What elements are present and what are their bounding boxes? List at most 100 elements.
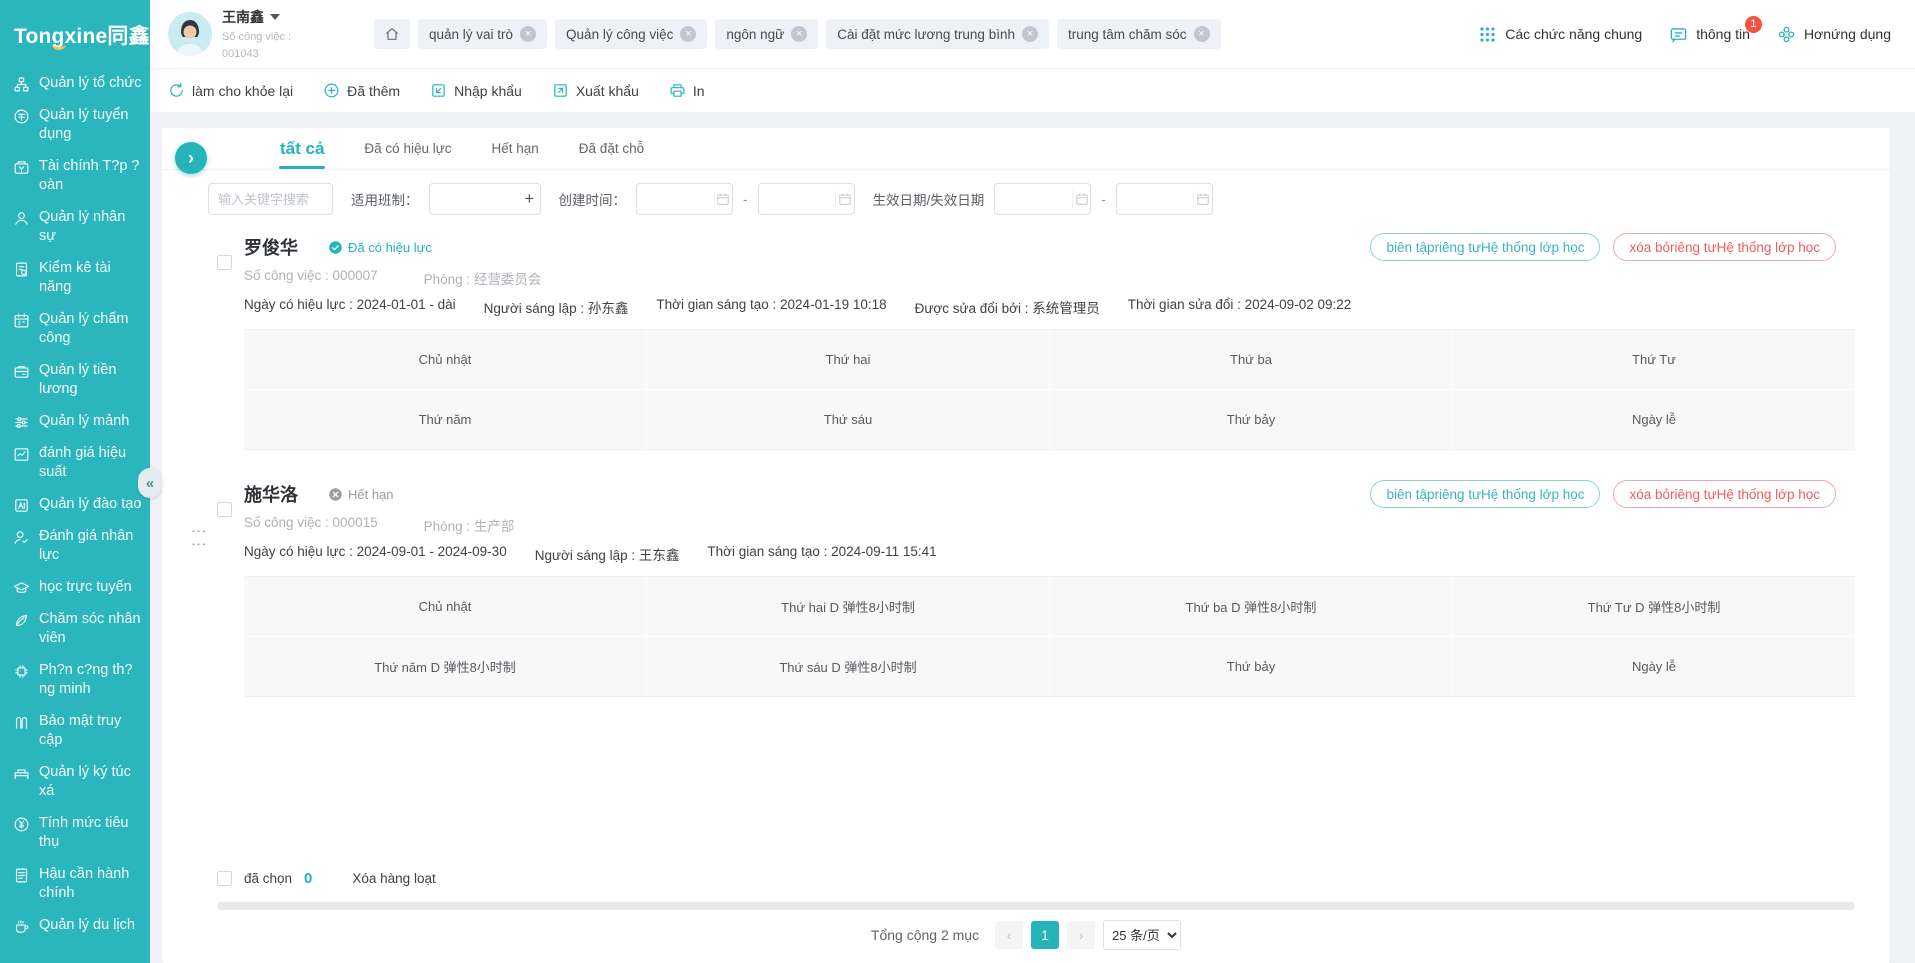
close-icon[interactable]: × (1194, 26, 1210, 42)
add-button[interactable]: Đã thêm (323, 82, 400, 99)
sidebar-item-admin-logistics[interactable]: Hậu cần hành chính (13, 865, 142, 903)
created-end-input[interactable] (759, 184, 836, 214)
record-valid-range: Ngày có hiệu lực : 2024-09-01 - 2024-09-… (244, 544, 507, 564)
add-label: Đã thêm (347, 83, 400, 99)
sidebar-item-performance[interactable]: đánh giá hiệu suất (13, 444, 142, 482)
schedule-cell: Thứ Tư D 弹性8小时制 (1453, 577, 1855, 636)
sidebar-collapse-handle[interactable]: « (138, 468, 162, 498)
tab-job-management[interactable]: Quản lý công việc × (555, 19, 707, 49)
delete-button[interactable]: xóa bỏriêng tưHệ thống lớp học (1613, 480, 1836, 508)
sidebar-item-access-security[interactable]: Bảo mật truy cập (13, 712, 142, 750)
sidebar-item-attendance[interactable]: Quản lý chấm công (13, 310, 142, 348)
valid-end-input[interactable] (1117, 184, 1194, 214)
tab-label: Quản lý công việc (566, 27, 673, 42)
sidebar-item-consumption[interactable]: Tính mức tiêu thụ (13, 814, 142, 852)
horizontal-scrollbar[interactable] (217, 902, 1855, 910)
common-functions-button[interactable]: Các chức năng chung (1478, 25, 1642, 44)
sidebar-item-travel[interactable]: Quản lý du lịch (13, 916, 142, 935)
sidebar-item-label: học trực tuyến (39, 578, 132, 597)
record-checkbox[interactable] (217, 255, 232, 270)
sidebar-item-label: Quản lý đào tạo (39, 495, 141, 514)
shift-select[interactable]: + (429, 183, 541, 215)
page-size-select[interactable]: 25 条/页 (1103, 920, 1181, 950)
page-1-button[interactable]: 1 (1031, 921, 1059, 949)
keyword-input-wrap (208, 183, 333, 215)
close-icon[interactable]: × (520, 26, 536, 42)
delete-button[interactable]: xóa bỏriêng tưHệ thống lớp học (1613, 233, 1836, 261)
drag-handle-icon[interactable]: ⋮⋮ (194, 524, 203, 550)
print-icon (669, 82, 686, 99)
created-date-start[interactable] (636, 183, 733, 215)
expand-panel-button[interactable]: › (175, 142, 207, 174)
next-page-button[interactable]: › (1067, 921, 1095, 949)
avatar[interactable] (168, 12, 212, 56)
edit-button[interactable]: biên tậpriêng tưHệ thống lớp học (1370, 480, 1600, 508)
plus-icon[interactable]: + (519, 189, 539, 209)
close-icon[interactable]: × (791, 26, 807, 42)
tab-expired[interactable]: Hết hạn (492, 141, 539, 169)
record-meta: Ngày có hiệu lực : 2024-01-01 - dài Ngườ… (244, 297, 1890, 317)
valid-filter-label: 生效日期/失效日期 (873, 189, 985, 209)
tab-care-center[interactable]: trung tâm chăm sóc × (1057, 19, 1221, 49)
record-actions: biên tậpriêng tưHệ thống lớp học xóa bỏr… (1370, 233, 1836, 261)
status-badge: Đã có hiệu lực (328, 240, 432, 255)
record-checkbox[interactable] (217, 502, 232, 517)
sidebar-item-employee-care[interactable]: Chăm sóc nhân viên (13, 610, 142, 648)
created-date-end[interactable] (758, 183, 855, 215)
schedule-table: Chủ nhật Thứ hai D 弹性8小时制 Thứ ba D 弹性8小时… (244, 576, 1855, 697)
valid-date-start[interactable] (994, 183, 1091, 215)
select-all-checkbox[interactable] (217, 871, 232, 886)
print-button[interactable]: In (669, 82, 705, 99)
tab-average-salary-settings[interactable]: Cài đặt mức lương trung bình × (826, 19, 1049, 49)
schedule-cell: Thứ bảy (1050, 390, 1452, 449)
edit-button[interactable]: biên tậpriêng tưHệ thống lớp học (1370, 233, 1600, 261)
recruitment-icon (13, 108, 30, 125)
import-button[interactable]: Nhập khẩu (430, 82, 522, 99)
x-circle-icon (328, 487, 343, 502)
batch-delete-button[interactable]: Xóa hàng loạt (352, 871, 435, 886)
user-menu[interactable]: 王南鑫 (222, 7, 326, 27)
toolbar: làm cho khỏe lại Đã thêm Nhập khẩu Xuất … (150, 68, 1915, 112)
shift-input[interactable] (430, 184, 520, 214)
refresh-button[interactable]: làm cho khỏe lại (168, 82, 293, 99)
sidebar-item-talent-inventory[interactable]: Kiểm kê tài năng (13, 259, 142, 297)
tab-reserved[interactable]: Đã đặt chỗ (579, 141, 644, 169)
created-start-input[interactable] (637, 184, 714, 214)
close-icon[interactable]: × (1022, 26, 1038, 42)
sidebar-item-dormitory[interactable]: Quản lý ký túc xá (13, 763, 142, 801)
tab-valid[interactable]: Đã có hiệu lực (364, 141, 451, 169)
import-icon (430, 82, 447, 99)
leaf-icon (13, 612, 30, 629)
export-button[interactable]: Xuất khẩu (552, 82, 639, 99)
record-creator: Người sáng lập : 孙东鑫 (484, 297, 629, 317)
sidebar-item-elearning[interactable]: học trực tuyến (13, 578, 142, 597)
sidebar-item-label: Bảo mật truy cập (39, 712, 142, 750)
close-icon[interactable]: × (680, 26, 696, 42)
valid-start-input[interactable] (995, 184, 1072, 214)
tab-language[interactable]: ngôn ngữ × (715, 19, 818, 49)
grid-dots-icon (1478, 25, 1497, 44)
wallet-icon (13, 363, 30, 380)
tab-role-management[interactable]: quản lý vai trò × (418, 19, 547, 49)
prev-page-button[interactable]: ‹ (995, 921, 1023, 949)
record-created-time: Thời gian sáng tạo : 2024-01-19 10:18 (656, 297, 886, 317)
sidebar-item-talent-review[interactable]: Đánh giá nhân lực (13, 527, 142, 565)
tab-home[interactable] (374, 19, 410, 49)
messages-button[interactable]: thông tin 1 (1669, 25, 1750, 44)
sidebar-item-training[interactable]: Quản lý đào tạo (13, 495, 142, 514)
sidebar-item-modules[interactable]: Quản lý mảnh (13, 412, 142, 431)
sidebar-item-recruitment[interactable]: Quản lý tuyển dụng (13, 106, 142, 144)
sidebar-item-hr[interactable]: Quản lý nhân sự (13, 208, 142, 246)
sidebar-item-finance[interactable]: Tài chính T?p ?oàn (13, 157, 142, 195)
sidebar-item-org[interactable]: Quản lý tổ chức (13, 74, 142, 93)
record-actions: biên tậpriêng tưHệ thống lớp học xóa bỏr… (1370, 480, 1836, 508)
valid-date-end[interactable] (1116, 183, 1213, 215)
sidebar-item-smart-hardware[interactable]: Ph?n c?ng th?ng minh (13, 661, 142, 699)
refresh-label: làm cho khỏe lại (192, 83, 293, 99)
tab-all[interactable]: tất cả (280, 139, 324, 169)
apps-button[interactable]: Hơnứng dụng (1777, 25, 1891, 44)
keyword-input[interactable] (209, 184, 332, 214)
sidebar-item-payroll[interactable]: Quản lý tiền lương (13, 361, 142, 399)
chart-icon (13, 446, 30, 463)
status-label: Đã có hiệu lực (348, 240, 432, 255)
